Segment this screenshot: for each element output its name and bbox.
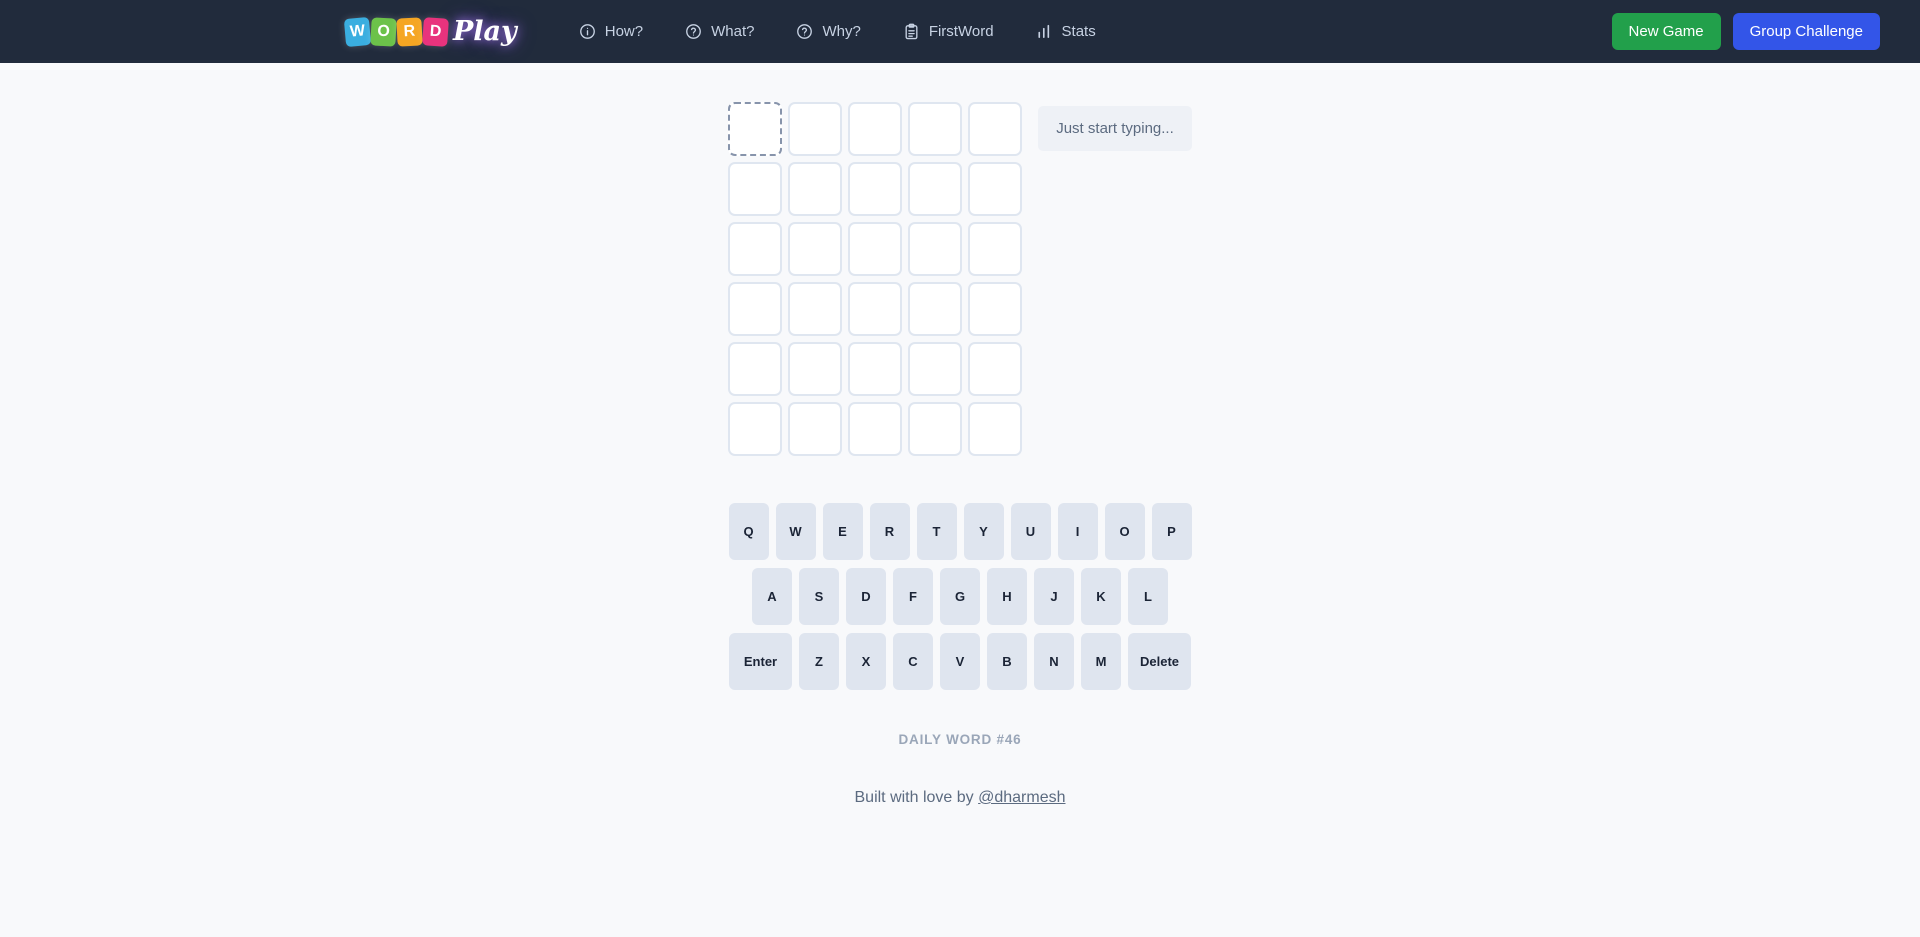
header-actions: New Game Group Challenge xyxy=(1611,13,1880,50)
key-c[interactable]: C xyxy=(893,633,933,690)
new-game-button[interactable]: New Game xyxy=(1611,13,1721,50)
grid-cell[interactable] xyxy=(968,282,1023,336)
main-nav: How? What? Why? FirstWord Stats xyxy=(579,23,1096,40)
key-v[interactable]: V xyxy=(940,633,980,690)
question-circle-icon xyxy=(685,23,702,40)
logo-play-text: Play xyxy=(453,16,517,47)
grid-cell[interactable] xyxy=(728,222,783,276)
key-q[interactable]: Q xyxy=(728,503,769,560)
key-h[interactable]: H xyxy=(987,568,1027,625)
key-enter[interactable]: Enter xyxy=(729,633,792,690)
grid-cell[interactable] xyxy=(788,282,843,336)
app-logo[interactable]: W O R D Play xyxy=(343,16,517,47)
logo-tile-r: R xyxy=(396,16,423,47)
nav-item-why[interactable]: Why? xyxy=(796,23,861,40)
grid-cell[interactable] xyxy=(728,342,783,396)
key-s[interactable]: S xyxy=(799,568,839,625)
nav-item-stats-label: Stats xyxy=(1061,23,1096,40)
group-challenge-button[interactable]: Group Challenge xyxy=(1732,13,1880,50)
logo-tiles: W O R D xyxy=(343,16,449,47)
credit-line: Built with love by @dharmesh xyxy=(855,789,1066,807)
grid-cell[interactable] xyxy=(848,282,903,336)
key-u[interactable]: U xyxy=(1010,503,1051,560)
key-n[interactable]: N xyxy=(1034,633,1074,690)
nav-item-firstword-label: FirstWord xyxy=(928,23,994,40)
daily-word-label: DAILY WORD #46 xyxy=(898,732,1022,747)
grid-cell[interactable] xyxy=(848,162,903,216)
logo-tile-w: W xyxy=(343,16,372,47)
grid-cell[interactable] xyxy=(908,342,963,396)
grid-cell[interactable] xyxy=(968,402,1023,456)
grid-cell[interactable] xyxy=(788,402,843,456)
grid-cell[interactable] xyxy=(908,282,963,336)
key-w[interactable]: W xyxy=(775,503,816,560)
question-circle-icon xyxy=(796,23,813,40)
key-e[interactable]: E xyxy=(822,503,863,560)
logo-tile-d: D xyxy=(422,16,449,47)
keyboard-row-1: QWERTYUIOP xyxy=(728,503,1192,560)
key-a[interactable]: A xyxy=(752,568,792,625)
key-o[interactable]: O xyxy=(1104,503,1145,560)
typing-hint: Just start typing... xyxy=(1038,106,1192,151)
grid-cell[interactable] xyxy=(908,402,963,456)
grid-cell[interactable] xyxy=(728,282,783,336)
nav-item-how[interactable]: How? xyxy=(579,23,643,40)
key-i[interactable]: I xyxy=(1057,503,1098,560)
nav-item-what[interactable]: What? xyxy=(685,23,754,40)
key-j[interactable]: J xyxy=(1034,568,1074,625)
grid-cell[interactable] xyxy=(908,222,963,276)
nav-item-firstword[interactable]: FirstWord xyxy=(903,23,994,40)
nav-item-why-label: Why? xyxy=(822,23,861,40)
grid-cell[interactable] xyxy=(728,162,783,216)
key-r[interactable]: R xyxy=(869,503,910,560)
grid-cell[interactable] xyxy=(968,102,1023,156)
grid-cell[interactable] xyxy=(968,342,1023,396)
logo-tile-o: O xyxy=(370,16,397,47)
onscreen-keyboard: Q W E R T Y U I O P A S D F G H J K L Enter Z X C V B N M Delete xyxy=(728,503,1192,690)
grid-cell-active[interactable] xyxy=(728,102,783,156)
key-t[interactable]: T xyxy=(916,503,957,560)
grid-cell[interactable] xyxy=(848,402,903,456)
credit-prefix: Built with love by xyxy=(854,789,979,806)
credit-link[interactable]: @dharmesh xyxy=(978,789,1065,806)
grid-cell[interactable] xyxy=(728,402,783,456)
grid-cell[interactable] xyxy=(968,222,1023,276)
grid-cell[interactable] xyxy=(908,102,963,156)
nav-item-stats[interactable]: Stats xyxy=(1036,23,1096,40)
main-content: Just start typing... QWERTYUIOP ASDFGHJKL… xyxy=(0,63,1920,807)
nav-item-how-label: How? xyxy=(604,23,644,40)
nav-item-what-label: What? xyxy=(711,23,755,40)
grid-cell[interactable] xyxy=(848,342,903,396)
key-p[interactable]: P xyxy=(1151,503,1192,560)
grid-cell[interactable] xyxy=(848,102,903,156)
grid-cell[interactable] xyxy=(848,222,903,276)
grid-cell[interactable] xyxy=(788,342,843,396)
grid-cell[interactable] xyxy=(908,162,963,216)
key-g[interactable]: G xyxy=(940,568,980,625)
board-area: Just start typing... xyxy=(728,102,1192,456)
key-m[interactable]: M xyxy=(1081,633,1121,690)
grid-cell[interactable] xyxy=(788,222,843,276)
word-grid[interactable] xyxy=(728,102,1023,456)
keyboard-row-3: Enter Z X C V B N M Delete xyxy=(729,633,1191,690)
key-x[interactable]: X xyxy=(846,633,886,690)
key-y[interactable]: Y xyxy=(963,503,1004,560)
key-f[interactable]: F xyxy=(893,568,933,625)
keyboard-row-2: ASDFGHJKL xyxy=(752,568,1168,625)
app-header: W O R D Play How? What? Why? FirstWord S… xyxy=(0,0,1920,63)
key-k[interactable]: K xyxy=(1081,568,1121,625)
key-l[interactable]: L xyxy=(1128,568,1168,625)
key-delete[interactable]: Delete xyxy=(1128,633,1191,690)
grid-cell[interactable] xyxy=(968,162,1023,216)
key-b[interactable]: B xyxy=(987,633,1027,690)
grid-cell[interactable] xyxy=(788,102,843,156)
key-d[interactable]: D xyxy=(846,568,886,625)
info-circle-icon xyxy=(579,23,596,40)
grid-cell[interactable] xyxy=(788,162,843,216)
clipboard-icon xyxy=(903,23,920,40)
key-z[interactable]: Z xyxy=(799,633,839,690)
bar-chart-icon xyxy=(1036,23,1053,40)
